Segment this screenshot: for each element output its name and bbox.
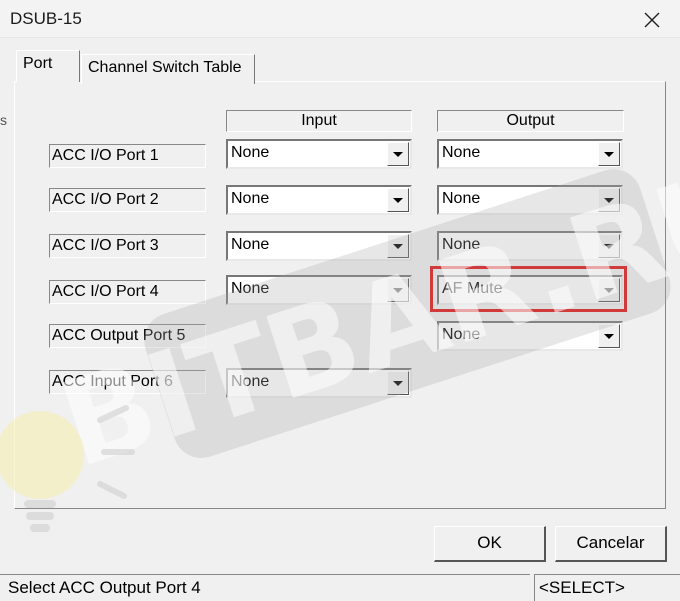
window-title: DSUB-15 [10, 9, 82, 28]
tab-port-label: Port [23, 55, 53, 72]
input-select-value: None [231, 373, 270, 390]
output-select-value: None [442, 326, 481, 343]
background-fragment: s [0, 112, 7, 128]
close-button[interactable] [638, 6, 666, 34]
output-select-port-2[interactable]: None [437, 185, 623, 215]
row-label-port-1: ACC I/O Port 1 [49, 144, 206, 168]
chevron-down-icon[interactable] [598, 324, 620, 348]
row-label-port-5: ACC Output Port 5 [49, 324, 206, 348]
input-column-header: Input [226, 110, 412, 132]
chevron-down-icon[interactable] [598, 142, 620, 166]
row-label-port-6: ACC Input Port 6 [49, 370, 206, 394]
input-select-value: None [231, 144, 270, 161]
input-select-port-1[interactable]: None [226, 139, 412, 169]
input-select-port-4[interactable]: None [226, 275, 412, 305]
chevron-down-icon[interactable] [387, 142, 409, 166]
row-label-port-3: ACC I/O Port 3 [49, 234, 206, 258]
output-select-port-3[interactable]: None [437, 231, 623, 261]
cancel-button[interactable]: Cancelar [555, 526, 667, 562]
chevron-down-icon[interactable] [598, 188, 620, 212]
ok-button[interactable]: OK [434, 526, 546, 562]
chevron-down-icon[interactable] [598, 234, 620, 258]
tab-port[interactable]: Port [16, 50, 80, 82]
input-select-value: None [231, 236, 270, 253]
title-bar: DSUB-15 [0, 0, 680, 38]
output-column-header: Output [437, 110, 624, 132]
output-select-value: None [442, 190, 481, 207]
input-select-value: None [231, 190, 270, 207]
status-mode: <SELECT> [534, 574, 680, 601]
row-label-port-4: ACC I/O Port 4 [49, 280, 206, 304]
input-select-port-3[interactable]: None [226, 231, 412, 261]
output-select-value: None [442, 236, 481, 253]
input-select-port-2[interactable]: None [226, 185, 412, 215]
chevron-down-icon[interactable] [387, 371, 409, 395]
tab-channel-label: Channel Switch Table [88, 59, 242, 76]
close-icon [644, 12, 660, 28]
input-select-port-6[interactable]: None [226, 368, 412, 398]
chevron-down-icon[interactable] [387, 278, 409, 302]
input-select-value: None [231, 280, 270, 297]
output-select-value: None [442, 144, 481, 161]
status-message: Select ACC Output Port 4 [0, 574, 530, 601]
output-select-port-5[interactable]: None [437, 321, 623, 351]
highlight-box [430, 266, 627, 312]
tab-channel-switch-table[interactable]: Channel Switch Table [81, 54, 255, 84]
row-label-port-2: ACC I/O Port 2 [49, 188, 206, 212]
chevron-down-icon[interactable] [387, 234, 409, 258]
chevron-down-icon[interactable] [387, 188, 409, 212]
output-select-port-1[interactable]: None [437, 139, 623, 169]
